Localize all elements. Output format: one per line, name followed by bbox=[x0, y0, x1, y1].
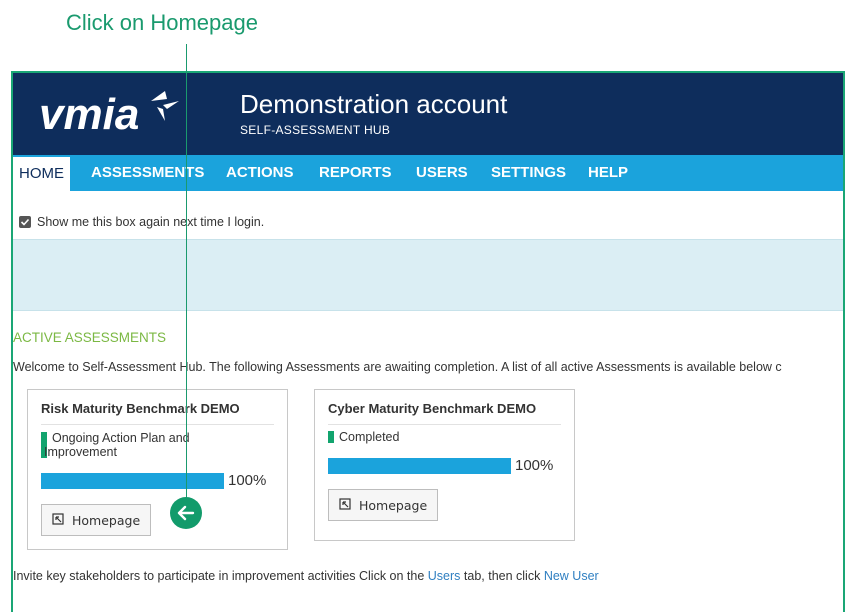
users-link[interactable]: Users bbox=[428, 569, 461, 583]
card-divider bbox=[41, 424, 274, 425]
progress-bar bbox=[328, 458, 511, 474]
vmia-logo[interactable]: vmia bbox=[39, 87, 209, 142]
card-title: Cyber Maturity Benchmark DEMO bbox=[328, 401, 537, 416]
progress-value: 100% bbox=[515, 457, 554, 474]
nav-tab-users[interactable]: USERS bbox=[410, 155, 474, 191]
show-box-checkbox[interactable] bbox=[19, 216, 31, 228]
invite-middle: tab, then click bbox=[460, 569, 544, 583]
card-title: Risk Maturity Benchmark DEMO bbox=[41, 401, 240, 416]
homepage-button[interactable]: Homepage bbox=[328, 489, 439, 521]
assessment-card-cyber: Cyber Maturity Benchmark DEMO Completed … bbox=[314, 389, 575, 541]
show-box-row: Show me this box again next time I login… bbox=[19, 215, 264, 229]
callout-instruction: Click on Homepage bbox=[66, 10, 258, 35]
status-line-2: Improvement bbox=[44, 445, 117, 459]
status-line-1: Ongoing Action Plan and bbox=[52, 431, 190, 445]
nav-tab-assessments[interactable]: ASSESSMENTS bbox=[85, 155, 210, 191]
hub-subtitle: SELF-ASSESSMENT HUB bbox=[240, 123, 391, 137]
nav-tab-actions[interactable]: ACTIONS bbox=[220, 155, 300, 191]
homepage-button-label: Homepage bbox=[359, 497, 428, 513]
show-box-label: Show me this box again next time I login… bbox=[37, 215, 265, 229]
main-nav: HOME ASSESSMENTS ACTIONS REPORTS USERS S… bbox=[13, 155, 843, 191]
app-window: vmia Demonstration account SELF-ASSESSME… bbox=[11, 71, 845, 612]
arrow-left-icon bbox=[170, 497, 202, 529]
status-label: Ongoing Action Plan and Improvement bbox=[44, 431, 190, 459]
progress-fill bbox=[328, 458, 511, 474]
logo-text: vmia bbox=[39, 90, 139, 137]
external-link-icon bbox=[52, 512, 64, 528]
homepage-button-label: Homepage bbox=[72, 512, 141, 528]
account-title: Demonstration account bbox=[240, 89, 508, 119]
nav-tab-help[interactable]: HELP bbox=[582, 155, 634, 191]
welcome-text: Welcome to Self-Assessment Hub. The foll… bbox=[13, 360, 782, 374]
invite-prefix: Invite key stakeholders to participate i… bbox=[13, 569, 428, 583]
status-marker bbox=[328, 431, 334, 443]
card-divider bbox=[328, 424, 561, 425]
new-user-link[interactable]: New User bbox=[544, 569, 599, 583]
app-header: vmia Demonstration account SELF-ASSESSME… bbox=[13, 73, 843, 155]
nav-tab-home[interactable]: HOME bbox=[13, 157, 70, 191]
homepage-button[interactable]: Homepage bbox=[41, 504, 152, 536]
callout-pointer-line bbox=[186, 44, 187, 502]
nav-tab-reports[interactable]: REPORTS bbox=[313, 155, 398, 191]
external-link-icon bbox=[339, 497, 351, 513]
progress-bar bbox=[41, 473, 224, 489]
info-banner bbox=[13, 239, 843, 311]
active-assessments-heading: ACTIVE ASSESSMENTS bbox=[13, 330, 167, 345]
status-label: Completed bbox=[339, 430, 400, 444]
assessment-card-risk: Risk Maturity Benchmark DEMO Ongoing Act… bbox=[27, 389, 288, 550]
nav-tab-settings[interactable]: SETTINGS bbox=[485, 155, 572, 191]
progress-fill bbox=[41, 473, 224, 489]
invite-text: Invite key stakeholders to participate i… bbox=[13, 569, 599, 583]
progress-value: 100% bbox=[228, 472, 267, 489]
